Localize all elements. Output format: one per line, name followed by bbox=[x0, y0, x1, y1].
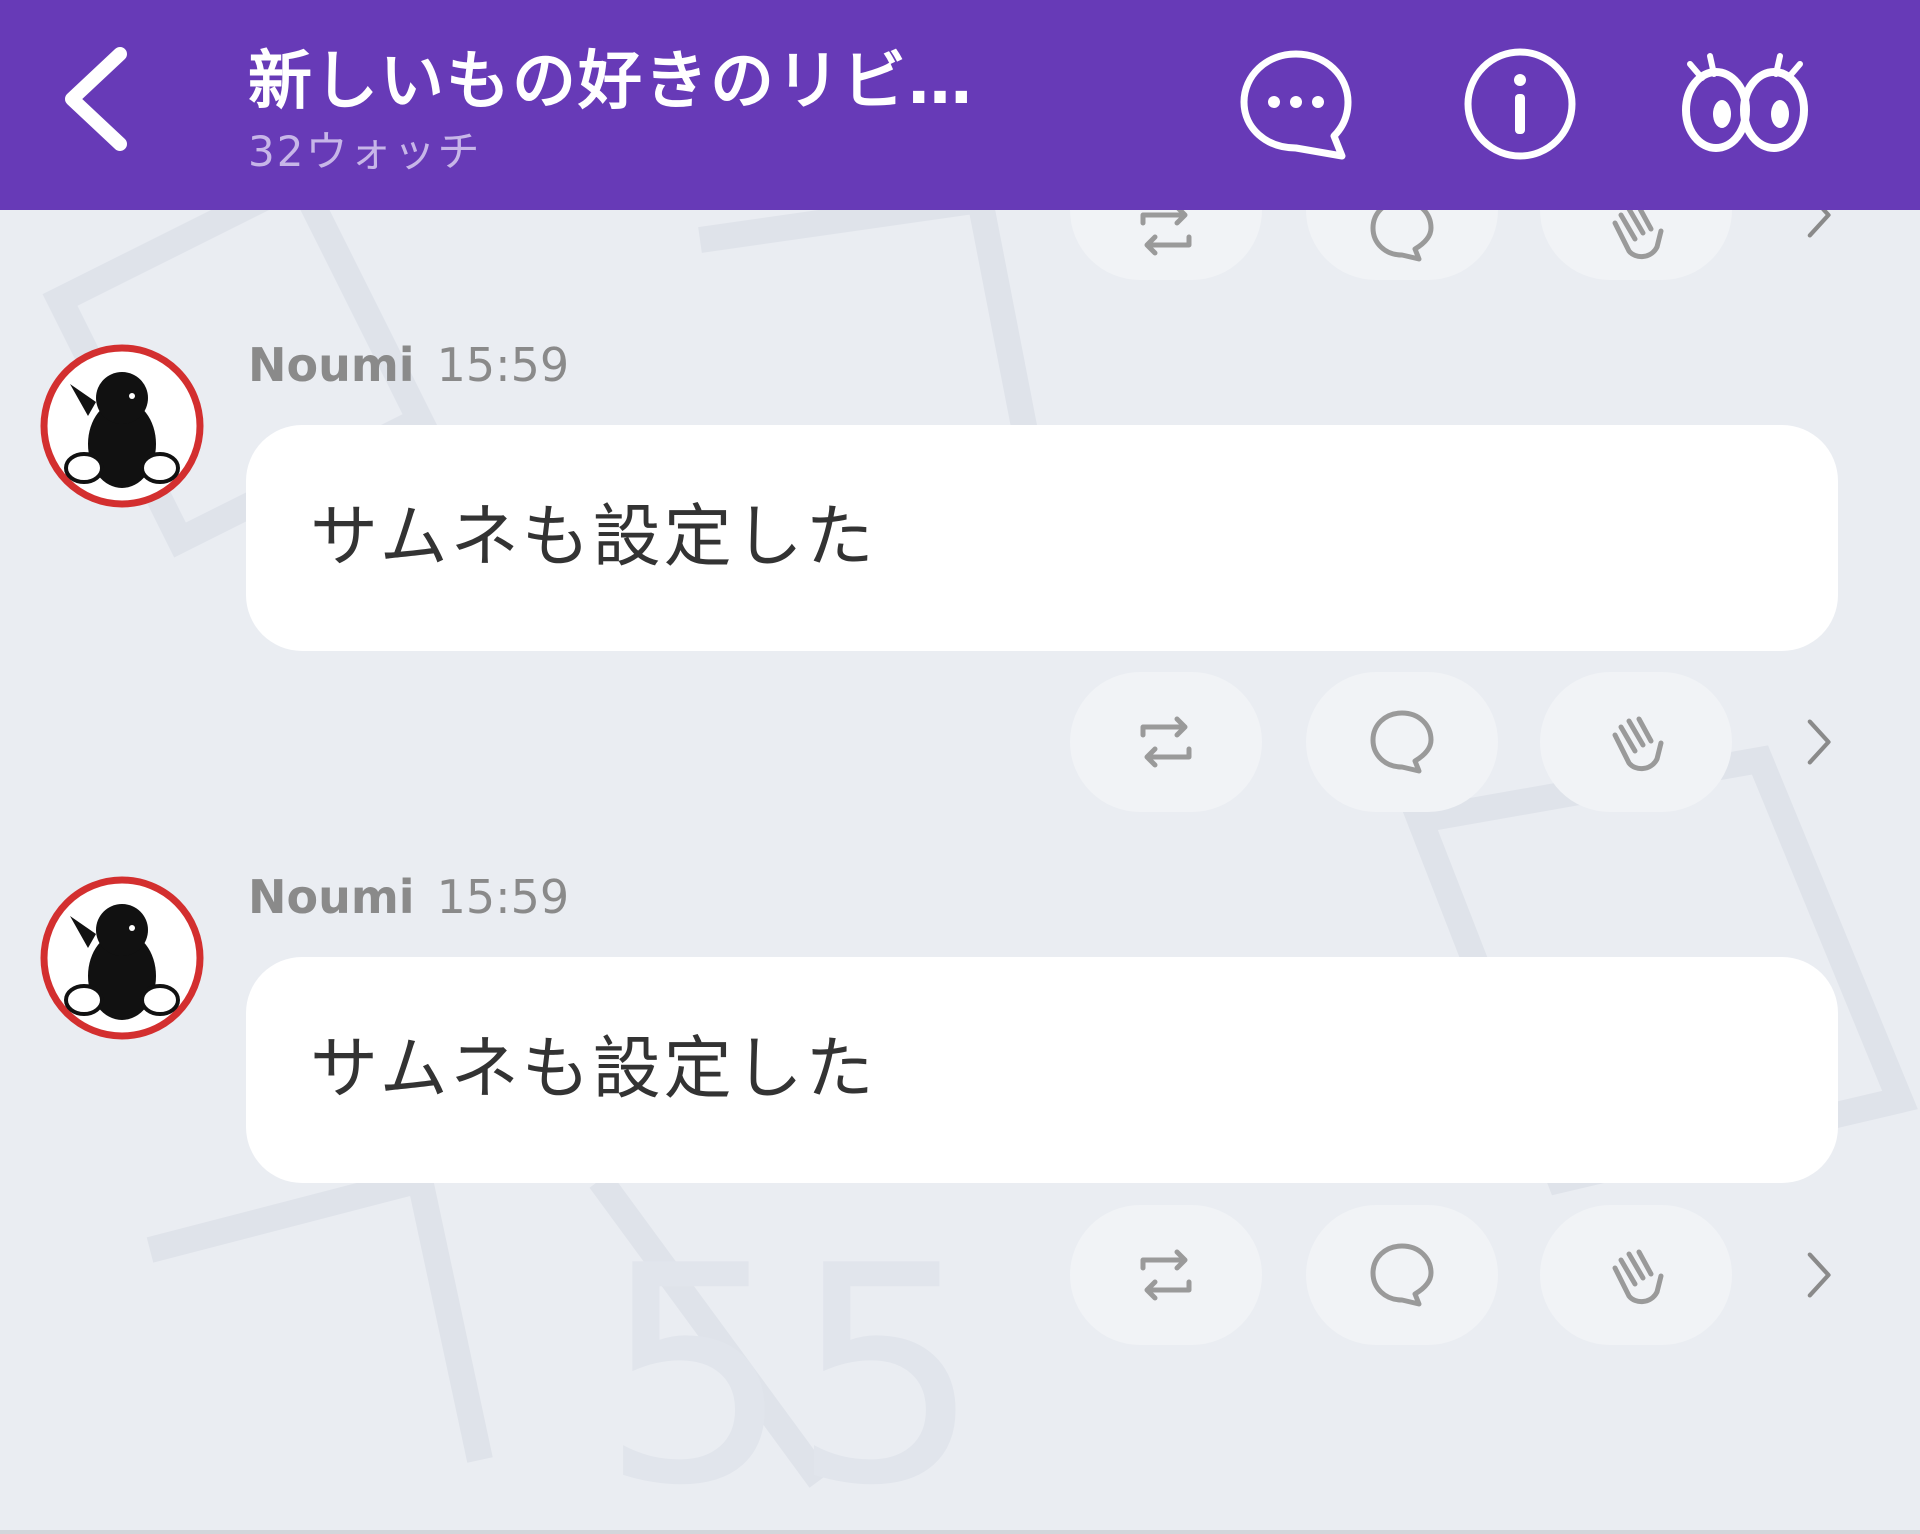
repost-button[interactable] bbox=[1070, 672, 1262, 812]
chat-title[interactable]: 新しいもの好きのリビ… bbox=[248, 30, 974, 122]
message-meta: Noumi 15:59 bbox=[248, 870, 569, 924]
repost-icon bbox=[1140, 1249, 1192, 1301]
message-time: 15:59 bbox=[436, 338, 570, 392]
watch-eyes-icon[interactable] bbox=[1680, 44, 1810, 164]
author-name[interactable]: Noumi bbox=[248, 338, 415, 392]
repost-icon bbox=[1140, 716, 1192, 768]
clap-button[interactable] bbox=[1540, 1205, 1732, 1345]
user-avatar[interactable] bbox=[40, 344, 204, 508]
author-name[interactable]: Noumi bbox=[248, 870, 415, 924]
user-avatar[interactable] bbox=[40, 876, 204, 1040]
reply-icon bbox=[1370, 710, 1434, 774]
reply-button[interactable] bbox=[1306, 1205, 1498, 1345]
watch-count: 32ウォッチ bbox=[248, 127, 482, 176]
chevron-right-icon bbox=[1807, 1252, 1831, 1298]
chevron-right-icon bbox=[1807, 719, 1831, 765]
message-bubble[interactable]: サムネも設定した bbox=[246, 425, 1838, 651]
more-actions-button[interactable] bbox=[1790, 697, 1850, 787]
more-actions-button[interactable] bbox=[1790, 1230, 1850, 1320]
info-icon[interactable] bbox=[1460, 44, 1580, 164]
message-text: サムネも設定した bbox=[310, 498, 877, 577]
chevron-left-icon[interactable] bbox=[50, 44, 150, 154]
reply-button[interactable] bbox=[1306, 672, 1498, 812]
repost-button[interactable] bbox=[1070, 1205, 1262, 1345]
bottom-divider bbox=[0, 1530, 1920, 1534]
clap-icon bbox=[1612, 716, 1664, 771]
svg-text:55: 55 bbox=[600, 1202, 982, 1534]
message-text: サムネも設定した bbox=[310, 1030, 877, 1109]
message-time: 15:59 bbox=[436, 870, 570, 924]
message-bubble[interactable]: サムネも設定した bbox=[246, 957, 1838, 1183]
comment-dots-icon[interactable] bbox=[1236, 44, 1356, 164]
chat-header: 新しいもの好きのリビ… 32ウォッチ bbox=[0, 0, 1920, 210]
clap-button[interactable] bbox=[1540, 672, 1732, 812]
message-meta: Noumi 15:59 bbox=[248, 338, 569, 392]
reply-icon bbox=[1370, 1243, 1434, 1307]
clap-icon bbox=[1612, 1249, 1664, 1304]
